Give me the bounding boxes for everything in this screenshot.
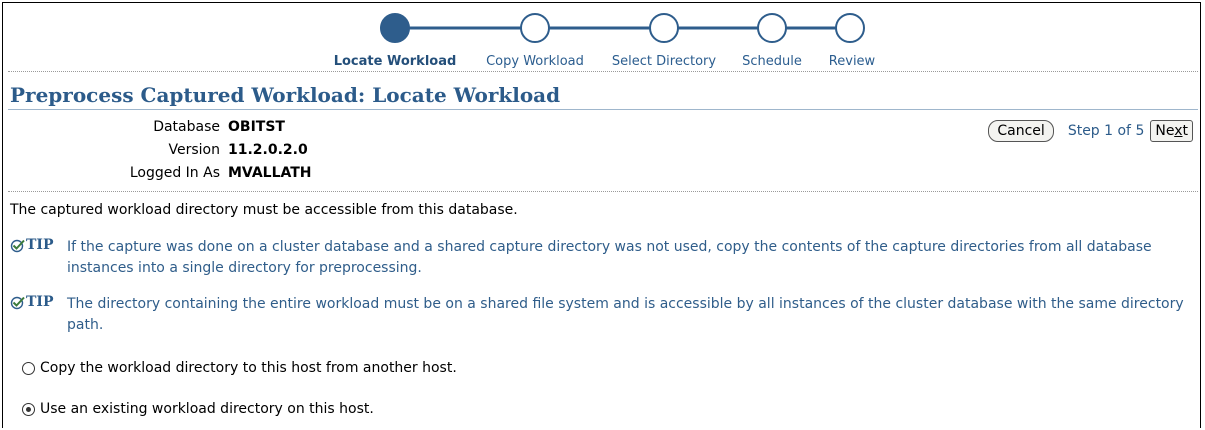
wizard-train: Locate Workload Copy Workload Select Dir… xyxy=(0,8,1205,69)
wizard-navigation: Cancel Step 1 of 5 Next xyxy=(988,120,1193,142)
train-step-locate-workload: Locate Workload xyxy=(333,54,457,69)
version-row: Version 11.2.0.2.0 xyxy=(120,139,312,162)
page-title: Preprocess Captured Workload: Locate Wor… xyxy=(10,83,561,107)
next-label-accesskey: x xyxy=(1174,123,1183,139)
divider xyxy=(8,71,1198,72)
train-step-1-marker xyxy=(380,13,410,43)
next-label-start: Ne xyxy=(1155,123,1175,139)
option-copy-label[interactable]: Copy the workload directory to this host… xyxy=(40,360,457,376)
train-step-schedule[interactable]: Schedule xyxy=(742,54,802,69)
tip-text: If the capture was done on a cluster dat… xyxy=(67,239,1152,276)
train-step-2-marker[interactable] xyxy=(520,13,550,43)
step-indicator: Step 1 of 5 xyxy=(1067,123,1145,139)
train-step-4-marker[interactable] xyxy=(757,13,787,43)
logged-in-row: Logged In As MVALLATH xyxy=(120,162,312,185)
version-value: 11.2.0.2.0 xyxy=(228,142,308,158)
title-underline xyxy=(8,109,1198,110)
train-step-3-marker[interactable] xyxy=(649,13,679,43)
train-step-review[interactable]: Review xyxy=(829,54,875,69)
checkmark-icon xyxy=(10,239,25,253)
train-track xyxy=(380,13,865,43)
tip-text: The directory containing the entire work… xyxy=(67,296,1184,333)
description-text: The captured workload directory must be … xyxy=(10,202,518,218)
checkmark-icon xyxy=(10,296,25,310)
train-step-copy-workload[interactable]: Copy Workload xyxy=(486,54,584,69)
tip-shared-filesystem: TIP The directory containing the entire … xyxy=(10,294,1190,336)
cancel-button[interactable]: Cancel xyxy=(988,120,1054,142)
tip-label: TIP xyxy=(26,237,54,253)
database-info: Database OBITST Version 11.2.0.2.0 Logged … xyxy=(120,116,312,185)
logged-in-value: MVALLATH xyxy=(228,165,312,181)
option-existing-label[interactable]: Use an existing workload directory on th… xyxy=(40,401,374,417)
database-row: Database OBITST xyxy=(120,116,312,139)
radio-copy-directory[interactable] xyxy=(22,361,35,375)
next-label-end: t xyxy=(1182,123,1189,139)
radio-existing-directory[interactable] xyxy=(22,402,35,416)
logged-in-label: Logged In As xyxy=(129,165,220,181)
divider xyxy=(8,191,1198,192)
database-value: OBITST xyxy=(228,119,285,135)
version-label: Version xyxy=(168,142,220,158)
next-button[interactable]: Next xyxy=(1150,120,1193,142)
tip-cluster-capture: TIP If the capture was done on a cluster… xyxy=(10,237,1190,279)
option-existing-directory[interactable]: Use an existing workload directory on th… xyxy=(22,401,374,417)
option-copy-directory[interactable]: Copy the workload directory to this host… xyxy=(22,360,457,376)
tip-label: TIP xyxy=(26,294,54,310)
train-step-select-directory[interactable]: Select Directory xyxy=(612,54,716,69)
train-step-5-marker[interactable] xyxy=(835,13,865,43)
database-label: Database xyxy=(153,119,220,135)
